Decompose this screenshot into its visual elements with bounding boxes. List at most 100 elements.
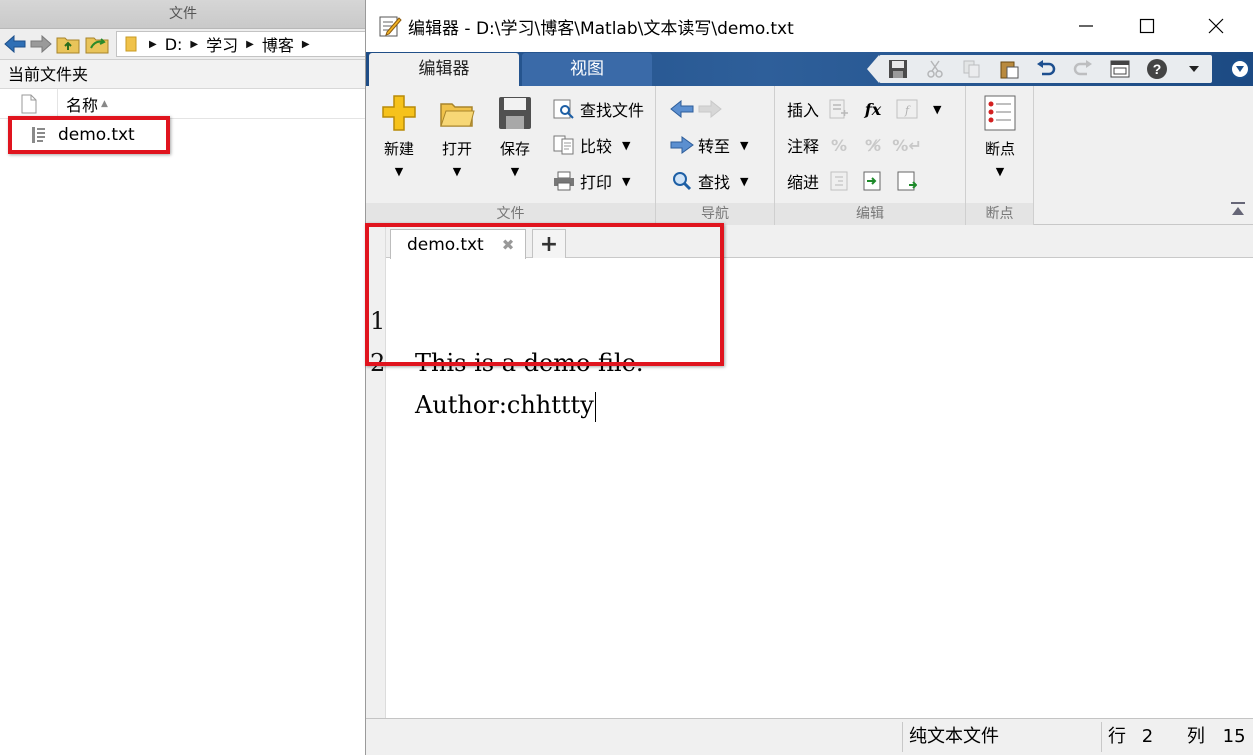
find-files-label: 查找文件 <box>580 101 645 120</box>
decrease-indent-icon[interactable] <box>895 170 919 192</box>
name-column-header[interactable]: 名称 ▲ <box>58 92 108 116</box>
indent-row: 缩进 <box>787 168 923 194</box>
maximize-button[interactable] <box>1124 8 1170 44</box>
tab-editor[interactable]: 编辑器 <box>369 53 519 86</box>
forward-arrow-icon[interactable] <box>698 98 722 120</box>
code-line: 1 This is a demo file. <box>366 258 1253 377</box>
navigate-group-label: 导航 <box>656 203 774 225</box>
address-segment[interactable]: D: <box>165 35 183 54</box>
dropdown-arrow-icon[interactable] <box>1182 58 1206 80</box>
paste-icon[interactable] <box>997 58 1021 80</box>
compare-icon <box>552 134 576 156</box>
cut-icon[interactable] <box>923 58 947 80</box>
file-list-item[interactable]: demo.txt <box>10 118 168 152</box>
compare-label: 比较 <box>580 137 613 156</box>
uncomment-icon[interactable]: %̸ <box>861 134 885 156</box>
insert-function-icon[interactable]: f <box>895 98 919 120</box>
goto-button[interactable]: 转至 ▼ <box>670 132 748 158</box>
chevron-down-icon: ▼ <box>394 165 404 178</box>
navigate-group: 转至 ▼ 查找 ▼ 导航 <box>656 86 775 225</box>
code-line: 2 Author:chhttty <box>366 300 1253 422</box>
redo-icon[interactable] <box>1071 58 1095 80</box>
print-button[interactable]: 打印 ▼ <box>552 168 630 194</box>
indent-label: 缩进 <box>787 173 820 192</box>
status-cursor-position: 行 2 列 15 <box>1101 722 1251 752</box>
chevron-right-icon: ▶ <box>246 38 254 50</box>
browse-folder-icon[interactable] <box>84 32 110 56</box>
text-file-icon <box>32 126 46 144</box>
copy-icon[interactable] <box>960 58 984 80</box>
ribbon-tab-bar: 编辑器 视图 ? <box>366 52 1253 86</box>
line-text-wrap[interactable]: Author:chhttty <box>415 384 596 426</box>
minimize-button[interactable] <box>1063 8 1109 44</box>
chevron-down-icon[interactable]: ▼ <box>933 103 941 116</box>
breakpoints-button[interactable]: 断点 ▼ <box>974 94 1026 194</box>
address-bar[interactable]: ▶ D: ▶ 学习 ▶ 博客 ▶ <box>116 31 366 57</box>
compare-button[interactable]: 比较 ▼ <box>552 132 630 158</box>
find-label: 查找 <box>698 173 731 192</box>
code-editor[interactable]: 1 This is a demo file. 2 Author:chhttty <box>366 258 1253 422</box>
file-name: demo.txt <box>58 125 135 145</box>
quick-access-toolbar: ? <box>867 55 1212 83</box>
col-label: 列 <box>1186 726 1205 747</box>
line-number: 2 <box>370 349 386 377</box>
comment-percent-icon[interactable]: % <box>827 134 851 156</box>
save-button[interactable]: 保存 ▼ <box>489 94 541 194</box>
goto-arrow-icon <box>670 134 694 156</box>
chevron-right-icon: ▶ <box>301 38 310 50</box>
undo-icon[interactable] <box>1034 58 1058 80</box>
editor-app-icon <box>378 14 402 38</box>
chevron-down-icon: ▼ <box>622 174 631 188</box>
file-group: 新建 ▼ 打开 ▼ 保存 ▼ 查找文件 比较 ▼ 打印 ▼ 文件 <box>366 86 656 225</box>
chevron-right-icon: ▶ <box>190 38 199 50</box>
tab-view[interactable]: 视图 <box>522 53 652 86</box>
open-folder-icon <box>440 103 475 127</box>
wrap-comment-icon[interactable]: %↵ <box>892 134 921 156</box>
breakpoints-group: 断点 ▼ 断点 <box>966 86 1034 225</box>
address-segment[interactable]: 学习 <box>206 32 238 56</box>
document-tab[interactable]: demo.txt ✖ <box>390 229 526 259</box>
forward-arrow-icon[interactable] <box>30 33 52 55</box>
close-button[interactable] <box>1193 8 1239 44</box>
plus-icon: + <box>539 231 559 257</box>
find-button[interactable]: 查找 ▼ <box>670 168 748 194</box>
line-text[interactable]: This is a demo file. <box>415 342 644 384</box>
save-icon <box>499 97 531 129</box>
find-files-button[interactable]: 查找文件 <box>552 96 644 122</box>
document-tab-label: demo.txt <box>407 234 484 255</box>
minimize-ribbon-icon[interactable] <box>1230 201 1246 217</box>
line-text: Author:chhttty <box>415 391 594 419</box>
save-label: 保存 <box>499 140 530 158</box>
edit-group-label: 编辑 <box>775 203 965 225</box>
smart-indent-icon[interactable] <box>827 170 851 192</box>
chevron-down-icon: ▼ <box>740 138 749 152</box>
sort-ascending-icon: ▲ <box>101 98 108 109</box>
back-arrow-icon[interactable] <box>4 33 26 55</box>
new-label: 新建 <box>383 140 414 158</box>
collapse-ribbon-button[interactable] <box>1230 59 1250 79</box>
help-icon[interactable]: ? <box>1145 58 1169 80</box>
save-icon[interactable] <box>886 58 910 80</box>
open-button[interactable]: 打开 ▼ <box>431 94 483 194</box>
new-button[interactable]: 新建 ▼ <box>373 94 425 194</box>
increase-indent-icon[interactable] <box>861 170 885 192</box>
fx-icon[interactable]: fx <box>861 98 885 120</box>
address-segment[interactable]: 博客 <box>262 32 294 56</box>
name-column-label: 名称 <box>66 95 99 115</box>
up-folder-icon[interactable] <box>55 32 81 56</box>
insert-section-icon[interactable] <box>827 98 851 120</box>
file-type-column[interactable] <box>0 88 58 119</box>
new-tab-button[interactable]: + <box>532 229 566 258</box>
back-arrow-icon[interactable] <box>670 98 694 120</box>
window-layout-icon[interactable] <box>1108 58 1132 80</box>
close-icon[interactable]: ✖ <box>502 236 515 254</box>
find-files-icon <box>552 98 576 120</box>
minimize-icon <box>1079 25 1093 27</box>
row-label: 行 <box>1108 726 1126 747</box>
blank-page-icon <box>21 94 36 113</box>
row-value: 2 <box>1141 726 1154 747</box>
status-file-type: 纯文本文件 <box>902 722 1100 752</box>
panel-title: 文件 <box>0 0 366 29</box>
document-area: demo.txt ✖ + 1 This is a demo file. 2 Au… <box>366 226 1253 718</box>
nav-arrows <box>670 96 726 122</box>
